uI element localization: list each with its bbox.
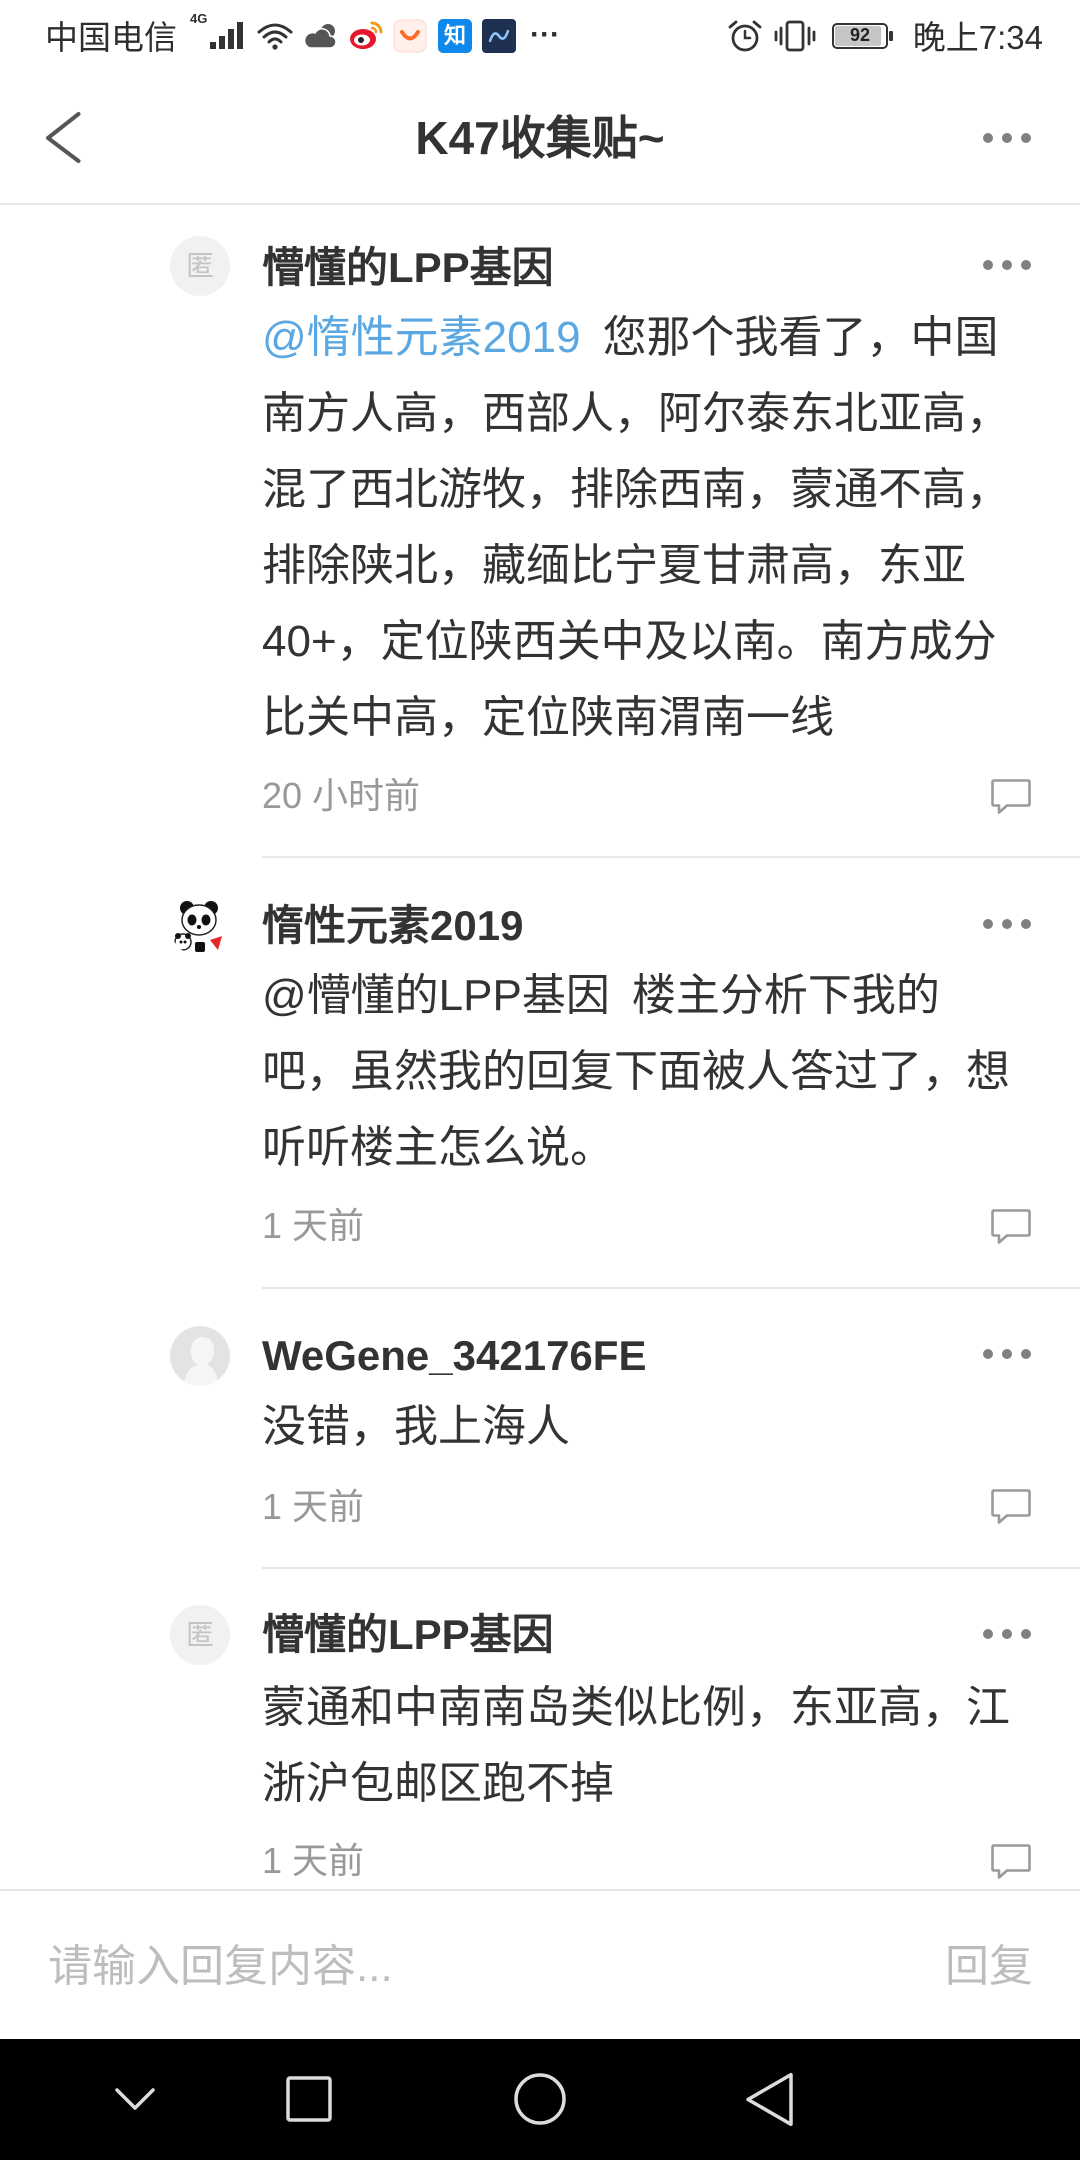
reply-bar: 回复 [0,1889,1080,2039]
carrier-name: 中国电信 [45,19,177,56]
more-icon[interactable] [982,1348,1032,1360]
comment-timestamp: 1 天前 [262,1840,365,1881]
more-icon[interactable] [982,259,1032,271]
nav-hide-button[interactable] [85,2039,185,2160]
comment-line: 南方人高，西部人，阿尔泰东北亚高， [262,389,1010,438]
panda-avatar[interactable] [170,896,230,956]
reply-comment-icon[interactable] [990,778,1032,815]
more-icon[interactable] [982,1628,1032,1640]
mention-link[interactable]: @惰性元素2019 [262,313,581,362]
reply-submit-button[interactable]: 回复 [945,1937,1033,1997]
nav-home-button[interactable] [490,2039,590,2160]
comment-timestamp: 20 小时前 [262,775,421,816]
wifi-icon [257,23,293,50]
network-type: 4G [190,11,208,26]
chevron-down-icon [115,2088,155,2110]
comment-text: 没错，我上海人 [262,1389,570,1465]
comment-author[interactable]: WeGene_342176FE [262,1326,646,1386]
comment-line-text: 您那个我看了，中国 [602,313,999,362]
comment-line: 听听楼主怎么说。 [262,1123,614,1172]
comment-text: @惰性元素2019 您那个我看了，中国 南方人高，西部人，阿尔泰东北亚高， 混了西… [262,300,1010,756]
comment-line-text: 楼主分析下我的 [631,971,940,1020]
nav-back-button[interactable] [719,2039,819,2160]
more-icon [983,133,1031,143]
comment-line: 吧，虽然我的回复下面被人答过了，想 [262,1047,1010,1096]
triangle-back-icon [746,2072,793,2127]
comment-divider [262,1567,1080,1569]
comment-text: @懵懂的LPP基因 楼主分析下我的 吧，虽然我的回复下面被人答过了，想 听听楼主怎… [262,958,1010,1186]
comment-timestamp: 1 天前 [262,1205,365,1246]
battery-level: 92 [849,25,871,45]
comment-line: 混了西北游牧，排除西南，蒙通不高， [262,465,1010,514]
alarm-icon [728,20,762,52]
comment-author[interactable]: 懵懂的LPP基因 [262,238,554,298]
comment-text: 蒙通和中南南岛类似比例，东亚高，江 浙沪包邮区跑不掉 [262,1670,1010,1822]
comment-author[interactable]: 懵懂的LPP基因 [262,1605,554,1665]
mention-text: @懵懂的LPP基因 [262,971,610,1020]
signal-icon [210,22,243,49]
battery-icon: 92 [832,23,888,49]
header-more-button[interactable] [972,112,1042,164]
anonymous-avatar[interactable]: 匿 [170,236,230,296]
square-icon [286,2076,332,2122]
nav-recents-button[interactable] [259,2039,359,2160]
clock-time: 晚上7:34 [912,19,1043,56]
comment-line: 排除陕北，藏缅比宁夏甘肃高，东亚 [262,541,966,590]
page-title: K47收集贴~ [415,112,665,164]
system-nav-bar [0,2039,1080,2160]
comment-line: @惰性元素2019 您那个我看了，中国 [262,300,1010,376]
header-divider [0,203,1080,205]
reply-comment-icon[interactable] [990,1208,1032,1245]
comment-line: 比关中高，定位陕南渭南一线 [262,693,834,742]
comment-line: 蒙通和中南南岛类似比例，东亚高，江 [262,1683,1010,1732]
vibrate-icon [774,20,816,52]
comment-line: 没错，我上海人 [262,1402,570,1451]
default-avatar[interactable] [170,1326,230,1386]
comment-timestamp: 1 天前 [262,1486,365,1527]
comment-author[interactable]: 惰性元素2019 [262,896,523,956]
comment-line: @懵懂的LPP基因 楼主分析下我的 [262,958,1010,1034]
comment-divider [262,856,1080,858]
reply-comment-icon[interactable] [990,1488,1032,1525]
app-icon [393,19,427,53]
app-icon [482,19,516,53]
comment-line: 40+，定位陕西关中及以南。南方成分 [262,617,997,666]
battery-tip [889,31,893,41]
weather-icon [303,24,337,49]
reply-input[interactable] [48,1937,878,1997]
reply-comment-icon[interactable] [990,1843,1032,1880]
weibo-icon [350,21,383,49]
comment-line: 浙沪包邮区跑不掉 [262,1759,614,1808]
more-notifications-icon: ··· [530,18,560,51]
status-bar: 中国电信 4G 知 ··· 92 晚上7:34 [0,0,1080,76]
anonymous-avatar[interactable]: 匿 [170,1605,230,1665]
comment-divider [262,1287,1080,1289]
circle-icon [514,2073,566,2125]
zhihu-icon: 知 [438,19,472,53]
more-icon[interactable] [982,918,1032,930]
